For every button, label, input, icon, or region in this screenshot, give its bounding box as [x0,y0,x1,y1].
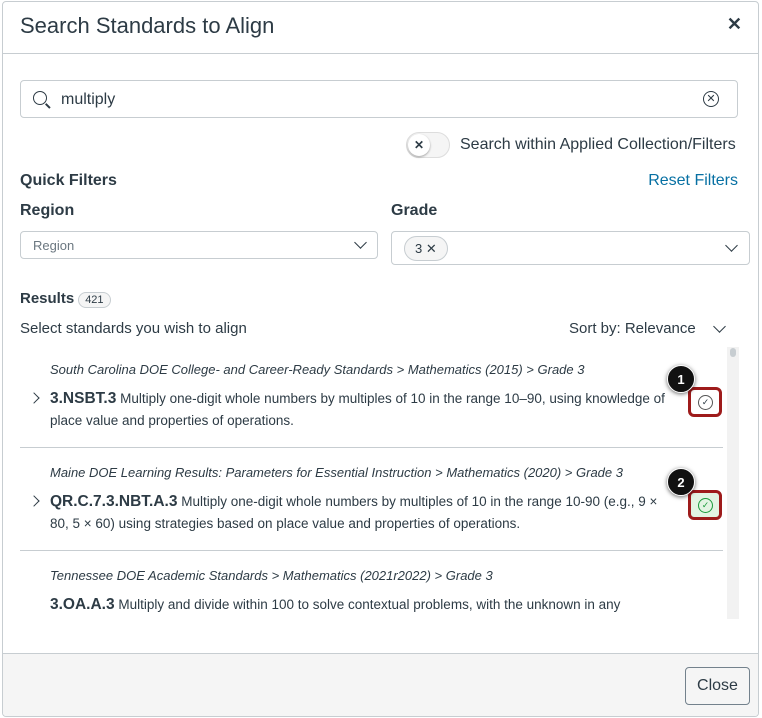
sort-label: Sort by: Relevance [569,320,696,337]
results-label: Results [20,290,75,307]
standard-code: 3.NSBT.3 [50,390,117,407]
expand-chevron-icon[interactable] [28,392,40,404]
scrollbar[interactable] [727,347,739,619]
grade-select[interactable]: 3 ✕ [391,231,750,265]
standard-path: Maine DOE Learning Results: Parameters f… [50,465,623,480]
region-select[interactable]: Region [20,231,378,259]
scrollbar-thumb[interactable] [730,348,736,357]
standard-description: Multiply one-digit whole numbers by mult… [50,391,665,428]
toggle-label: Search within Applied Collection/Filters [460,136,736,153]
standard-text: 3.OA.A.3 Multiply and divide within 100 … [50,594,670,616]
quick-filters-heading: Quick Filters [20,172,117,189]
clear-search-icon[interactable]: ✕ [703,91,719,107]
chevron-down-icon [713,320,726,333]
search-standards-modal: Search Standards to Align ✕ multiply ✕ ✕… [2,1,759,717]
check-circle-icon: ✓ [698,498,713,513]
modal-title: Search Standards to Align [20,13,275,38]
standard-description: Multiply and divide within 100 to solve … [118,597,621,612]
close-button[interactable]: Close [685,667,750,705]
search-input[interactable]: multiply ✕ [20,80,738,118]
expand-chevron-icon[interactable] [28,495,40,507]
x-icon: ✕ [408,134,430,156]
results-count-badge: 421 [78,292,111,308]
list-item: Tennessee DOE Academic Standards > Mathe… [20,551,723,618]
grade-label: Grade [391,202,438,219]
standard-text: QR.C.7.3.NBT.A.3 Multiply one-digit whol… [50,491,670,535]
modal-header: Search Standards to Align ✕ [3,2,758,54]
region-placeholder: Region [33,238,75,253]
remove-tag-icon[interactable]: ✕ [426,241,437,256]
grade-tag-label: 3 [415,241,423,256]
region-label: Region [20,202,75,219]
callout-badge: 1 [667,365,695,393]
align-button[interactable]: ✓ [688,387,722,417]
list-item: Maine DOE Learning Results: Parameters f… [20,448,723,551]
callout-badge: 2 [667,468,695,496]
check-circle-icon: ✓ [698,395,713,410]
chevron-down-icon [354,236,367,249]
close-icon[interactable]: ✕ [727,14,742,35]
search-within-toggle[interactable]: ✕ [406,132,450,158]
standard-path: South Carolina DOE College- and Career-R… [50,362,585,377]
align-button-selected[interactable]: ✓ [688,490,722,520]
standard-code: 3.OA.A.3 [50,596,115,613]
list-item: South Carolina DOE College- and Career-R… [20,345,723,448]
standard-text: 3.NSBT.3 Multiply one-digit whole number… [50,388,670,432]
search-value: multiply [61,91,116,108]
standard-path: Tennessee DOE Academic Standards > Mathe… [50,568,493,583]
chevron-down-icon [725,239,738,252]
sort-select[interactable]: Sort by: Relevance [569,320,726,337]
search-icon [33,91,47,105]
results-list: South Carolina DOE College- and Career-R… [3,345,738,618]
grade-tag[interactable]: 3 ✕ [404,236,448,261]
reset-filters-link[interactable]: Reset Filters [648,172,738,190]
results-heading: Results 421 [20,290,111,308]
modal-footer: Close [3,653,758,716]
results-hint: Select standards you wish to align [20,320,247,337]
standard-code: QR.C.7.3.NBT.A.3 [50,493,178,510]
